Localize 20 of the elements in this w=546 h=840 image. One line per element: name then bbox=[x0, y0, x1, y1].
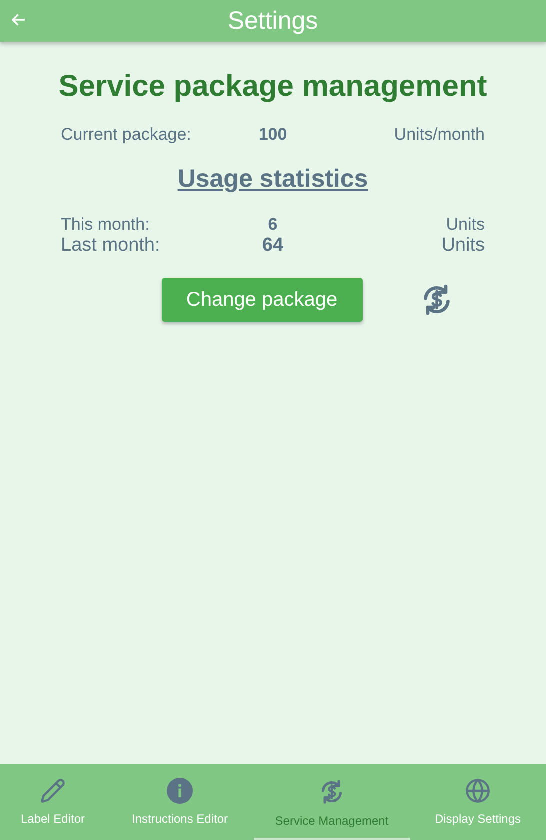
usage-value: 6 bbox=[268, 214, 278, 235]
current-package-label: Current package: bbox=[61, 124, 192, 145]
nav-tab[interactable]: Display Settings bbox=[410, 764, 546, 840]
section-heading: Usage statistics bbox=[178, 165, 368, 194]
nav-tab[interactable]: Instructions Editor bbox=[106, 764, 254, 840]
change-package-button[interactable]: Change package bbox=[162, 278, 362, 322]
usage-unit: Units bbox=[445, 214, 485, 235]
usage-value: 64 bbox=[262, 235, 284, 256]
page-heading: Service package management bbox=[58, 70, 488, 104]
globe-icon bbox=[465, 778, 491, 804]
current-package-value: 100 bbox=[258, 124, 288, 145]
nav-tab[interactable]: Service Management bbox=[254, 764, 410, 840]
screen-title: Settings bbox=[228, 6, 318, 36]
nav-tab[interactable]: Label Editor bbox=[0, 764, 106, 840]
info-icon bbox=[167, 778, 193, 804]
usage-unit: Units bbox=[440, 235, 485, 256]
current-package-unit: Units/month bbox=[393, 124, 485, 145]
pencil-icon bbox=[40, 778, 66, 804]
usage-label: Last month: bbox=[61, 235, 162, 256]
usage-label: This month: bbox=[61, 214, 151, 235]
